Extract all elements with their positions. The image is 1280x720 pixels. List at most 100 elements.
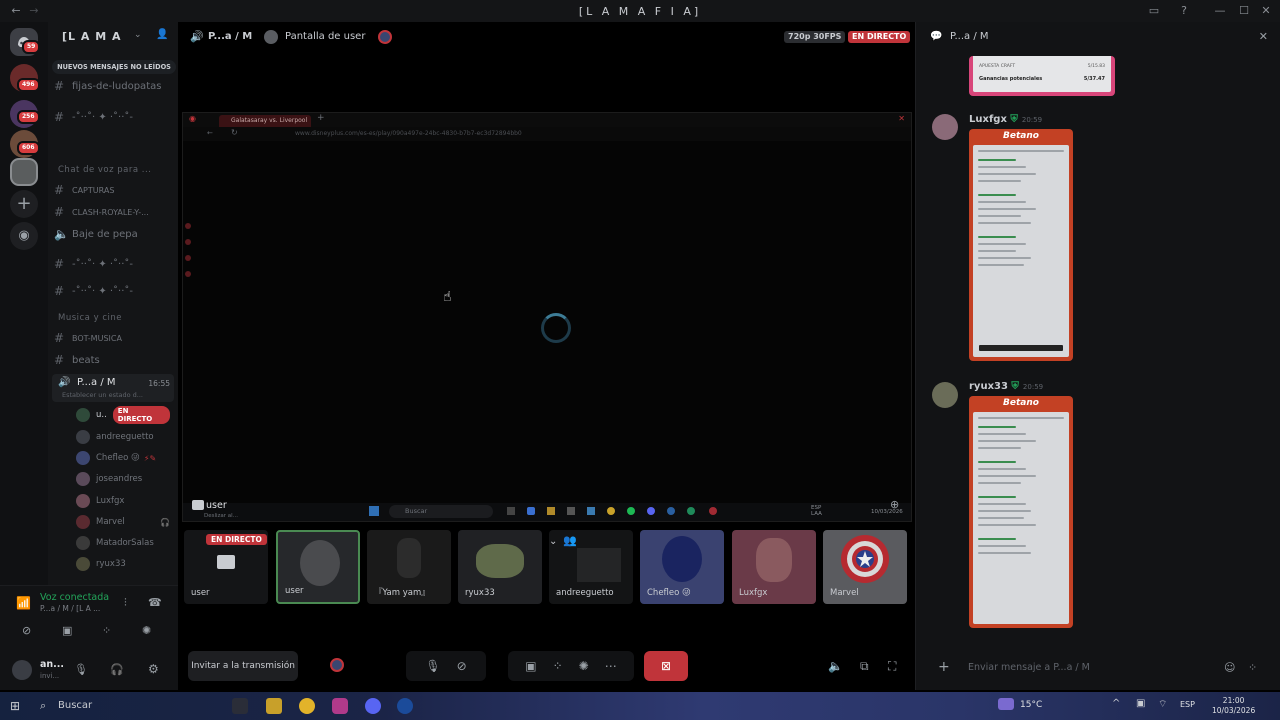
back-arrow-icon[interactable]: ←: [207, 129, 213, 137]
channel-divider-2[interactable]: # -˚··˚‧ ✦ ‧˚··˚-: [54, 255, 174, 273]
clock[interactable]: 21:00 10/03/2026: [1212, 696, 1255, 716]
close-window-icon[interactable]: ✕: [1258, 3, 1274, 19]
apps-icon[interactable]: ⁘: [1248, 661, 1257, 674]
channel-clash[interactable]: # CLASH-ROYALE-Y-...: [54, 203, 174, 221]
avatar[interactable]: [932, 382, 958, 408]
close-icon[interactable]: ✕: [898, 114, 905, 123]
channel-beats[interactable]: # beats: [54, 351, 174, 369]
folder-icon[interactable]: [266, 698, 282, 714]
fullscreen-icon[interactable]: ⛶: [888, 659, 896, 674]
channel-divider-3[interactable]: # -˚··˚‧ ✦ ‧˚··˚-: [54, 282, 174, 300]
voice-status[interactable]: Establecer un estado d...: [62, 391, 143, 399]
search-icon[interactable]: ⌕: [40, 699, 46, 713]
voice-user[interactable]: MatadorSalas: [76, 533, 170, 553]
close-icon[interactable]: ✕: [1259, 30, 1268, 43]
channel-baje[interactable]: 🔈 Baje de pepa: [54, 225, 174, 243]
task-view-icon[interactable]: [232, 698, 248, 714]
invite-stream-button[interactable]: Invitar a la transmisión: [188, 651, 298, 681]
screen-share-icon[interactable]: ▣: [62, 624, 72, 637]
instagram-icon[interactable]: [332, 698, 348, 714]
activities-icon[interactable]: ⁘: [553, 659, 563, 673]
weather-temp[interactable]: 15°C: [1020, 700, 1042, 710]
volume-icon[interactable]: 🔈: [828, 659, 843, 673]
inbox-icon[interactable]: ▭: [1146, 3, 1162, 19]
zoom-icon[interactable]: ⊕: [890, 498, 899, 511]
participant-tile[interactable]: user: [276, 530, 360, 604]
participant-tile[interactable]: Chefleo 😜: [640, 530, 724, 604]
image-attachment[interactable]: APUESTA CRAFT 5/15.83 Ganancias potencia…: [969, 56, 1115, 96]
voice-user[interactable]: Marvel 🎧: [76, 512, 170, 532]
explore-icon[interactable]: ◉: [10, 222, 38, 250]
windows-start-icon[interactable]: ⊞: [10, 698, 26, 714]
disconnect-button[interactable]: ⊠: [644, 651, 688, 681]
screen-share-icon[interactable]: ▣: [525, 659, 536, 673]
add-server-icon[interactable]: +: [10, 190, 38, 218]
wifi-icon[interactable]: ⌔: [1158, 698, 1167, 711]
settings-gear-icon[interactable]: ⚙: [148, 662, 159, 676]
minimize-icon[interactable]: —: [1212, 3, 1228, 19]
chevron-down-icon[interactable]: ⌄: [549, 536, 557, 547]
participant-tile[interactable]: ⌄ 👥 andreeguetto: [549, 530, 633, 604]
participant-tile[interactable]: ryux33: [458, 530, 542, 604]
voice-user[interactable]: Luxfgx: [76, 491, 170, 511]
participant-tile[interactable]: 『Yam yam』: [367, 530, 451, 604]
channel-capturas[interactable]: # CAPTURAS: [54, 181, 174, 199]
maximize-icon[interactable]: ☐: [1236, 3, 1252, 19]
disconnect-icon[interactable]: ☎: [148, 596, 162, 609]
tray-app-icon[interactable]: ▣: [1136, 698, 1145, 709]
voice-user[interactable]: joseandres: [76, 469, 170, 489]
current-user-name[interactable]: an...: [40, 659, 64, 670]
avatar[interactable]: [12, 660, 32, 680]
add-member-icon[interactable]: 👤: [156, 29, 168, 40]
betano-slip-image[interactable]: Betano: [969, 129, 1073, 361]
opera-icon[interactable]: [397, 698, 413, 714]
soundboard-icon[interactable]: ✺: [579, 659, 589, 673]
browser-url[interactable]: www.disneyplus.com/es-es/play/090a497e-2…: [295, 130, 522, 137]
help-icon[interactable]: ?: [1176, 3, 1192, 19]
browser-tab[interactable]: Galatasaray vs. Liverpool: [219, 115, 311, 127]
category-musica[interactable]: Musica y cine: [58, 313, 122, 323]
server-name[interactable]: [L A M A: [62, 30, 122, 43]
participant-tile[interactable]: EN DIRECTO user: [184, 530, 268, 604]
new-tab-icon[interactable]: +: [317, 113, 325, 123]
channel-bot-musica[interactable]: # BOT-MUSICA: [54, 329, 174, 347]
voice-user[interactable]: u.. EN DIRECTO: [76, 405, 170, 425]
participant-tile[interactable]: Marvel: [823, 530, 907, 604]
chat-input[interactable]: Enviar mensaje a P...a / M: [968, 662, 1090, 673]
taskbar-search[interactable]: Buscar: [58, 700, 92, 711]
server-icon-mafia[interactable]: [10, 158, 38, 186]
popout-icon[interactable]: ⧉: [860, 659, 869, 674]
language[interactable]: ESP: [1180, 700, 1195, 709]
voice-user[interactable]: andreeguetto: [76, 427, 170, 447]
emoji-icon[interactable]: ☺: [1224, 661, 1235, 674]
voice-connected-label[interactable]: Voz conectada: [40, 592, 109, 603]
activities-icon[interactable]: ⁘: [102, 624, 111, 637]
voice-user[interactable]: Chefleo 😜 ⚡✎: [76, 448, 170, 468]
refresh-icon[interactable]: ↻: [231, 128, 238, 137]
camera-off-icon[interactable]: ⊘: [457, 659, 467, 673]
betano-slip-image[interactable]: Betano: [969, 396, 1073, 628]
voice-user[interactable]: ryux33: [76, 554, 170, 574]
users-icon[interactable]: 👥: [563, 534, 577, 547]
tray-arrow-icon[interactable]: ^: [1112, 698, 1120, 709]
category-chat-voz[interactable]: Chat de voz para ...: [58, 165, 151, 175]
headphones-icon[interactable]: 🎧: [110, 663, 124, 676]
message-author[interactable]: ryux33 ⛨ 20:59: [969, 381, 1043, 392]
signal-icon[interactable]: 📶: [16, 596, 31, 610]
more-icon[interactable]: ⋯: [605, 659, 617, 673]
soundboard-icon[interactable]: ✺: [142, 624, 151, 637]
participant-tile[interactable]: Luxfgx: [732, 530, 816, 604]
microphone-icon[interactable]: 🎙: [425, 659, 440, 673]
camera-off-icon[interactable]: ⊘: [22, 624, 31, 637]
discord-icon[interactable]: [365, 698, 381, 714]
chevron-down-icon[interactable]: ⌄: [134, 30, 142, 40]
add-attachment-icon[interactable]: +: [938, 659, 950, 675]
message-author[interactable]: Luxfgx ⛨ 20:59: [969, 114, 1042, 125]
microphone-icon[interactable]: 🎙: [74, 663, 88, 676]
chrome-icon[interactable]: [299, 698, 315, 714]
channel-divider-1[interactable]: # -˚··˚‧ ✦ ‧˚··˚-: [54, 108, 174, 126]
avatar[interactable]: [932, 114, 958, 140]
noise-icon[interactable]: ⫶: [124, 596, 127, 610]
active-voice-channel[interactable]: 🔊 P...a / M 16:55 Establecer un estado d…: [52, 374, 174, 402]
unread-banner[interactable]: NUEVOS MENSAJES NO LEÍDOS: [52, 60, 176, 74]
